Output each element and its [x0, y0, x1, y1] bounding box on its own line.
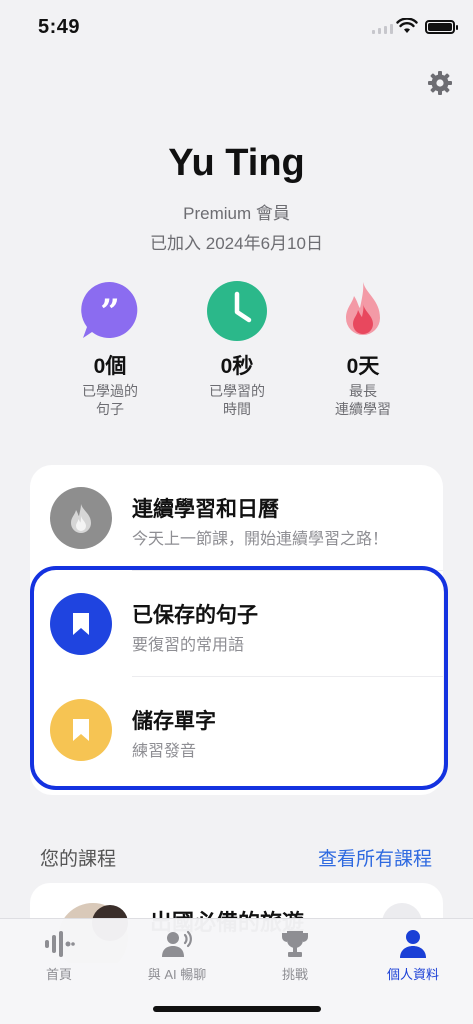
voice-chat-icon [162, 930, 192, 957]
tab-profile[interactable]: 個人資料 [354, 929, 472, 983]
profile-name: Yu Ting [168, 142, 305, 184]
menu-item-streak-calendar[interactable]: 連續學習和日曆 今天上一節課，開始連續學習之路！ [30, 465, 443, 571]
person-icon [400, 930, 426, 958]
menu-item-subtitle: 今天上一節課，開始連續學習之路！ [132, 531, 389, 548]
quote-bubble-icon: ” [81, 281, 138, 338]
stat-streak: 0天 最長 連續學習 [298, 280, 428, 418]
stat-label-line: 句子 [96, 401, 124, 417]
stat-value: 0天 [346, 355, 380, 378]
svg-text:”: ” [100, 292, 120, 332]
tab-label: 首頁 [45, 967, 72, 982]
menu-item-title: 連續學習和日曆 [132, 498, 279, 521]
waveform-icon [45, 931, 75, 957]
membership-label: Premium 會員 [183, 204, 290, 223]
battery-icon [425, 20, 458, 34]
tab-challenge[interactable]: 挑戰 [236, 929, 354, 983]
tab-label: 挑戰 [281, 967, 308, 982]
joined-date: 已加入 2024年6月10日 [150, 234, 323, 253]
stat-label-line: 已學過的 [82, 383, 138, 399]
flame-icon [346, 282, 380, 335]
status-bar: 5:49 [0, 0, 473, 56]
gear-icon[interactable] [427, 70, 453, 96]
stat-label-line: 時間 [223, 401, 251, 417]
tab-label: 與 AI 暢聊 [147, 967, 207, 982]
stats-row: ” 0個 已學過的 句子 0秒 已學習的 時間 0天 最長 連續學習 [0, 280, 473, 420]
clock-icon [207, 281, 267, 341]
tab-home[interactable]: 首頁 [0, 929, 118, 983]
home-indicator [153, 1006, 321, 1012]
cellular-signal-icon [372, 24, 393, 34]
tab-ai-chat[interactable]: 與 AI 暢聊 [118, 929, 236, 983]
stat-value: 0秒 [220, 355, 254, 378]
stat-label-line: 最長 [349, 383, 377, 399]
stat-label: 已學習的 時間 [172, 382, 302, 418]
section-title-courses: 您的課程 [40, 849, 117, 870]
trophy-icon [282, 931, 308, 957]
stat-label-line: 連續學習 [335, 401, 391, 417]
tab-label: 個人資料 [386, 967, 439, 982]
highlight-outline [30, 566, 448, 790]
stat-sentences: ” 0個 已學過的 句子 [45, 280, 175, 418]
status-time: 5:49 [38, 16, 81, 38]
stat-time: 0秒 已學習的 時間 [172, 280, 302, 418]
wifi-icon [396, 18, 418, 33]
flame-icon [50, 487, 112, 549]
stat-label: 最長 連續學習 [298, 382, 428, 418]
stat-value: 0個 [93, 355, 127, 378]
view-all-courses-link[interactable]: 查看所有課程 [318, 844, 432, 871]
stat-label-line: 已學習的 [209, 383, 265, 399]
stat-label: 已學過的 句子 [45, 382, 175, 418]
